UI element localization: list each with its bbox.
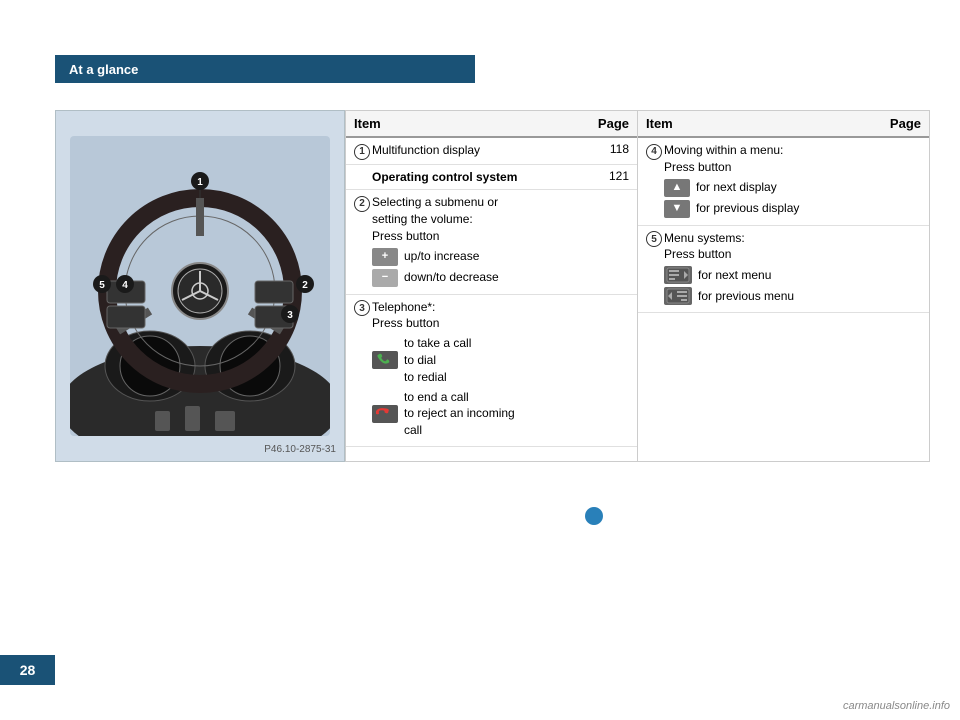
sub-item: + up/to increase	[372, 248, 589, 266]
row-text: Moving within a menu:	[664, 142, 881, 159]
table-row: 3 Telephone*: Press button to take a cal…	[346, 295, 637, 447]
menu-next-icon	[664, 266, 692, 284]
row-number: 4	[646, 143, 664, 160]
menu-prev-icon	[664, 287, 692, 305]
svg-text:1: 1	[197, 177, 203, 188]
sub-item: ▼ for previous display	[664, 200, 881, 218]
plus-icon: +	[372, 248, 398, 266]
watermark: carmanualsonline.info	[843, 700, 950, 712]
blue-dot	[585, 507, 603, 525]
sub-item-label: to end a call	[404, 389, 515, 406]
sub-item-label: to dial	[404, 352, 471, 369]
row-content: Operating control system	[372, 169, 589, 186]
sub-item: − down/to decrease	[372, 269, 589, 287]
row-content: Moving within a menu: Press button ▲ for…	[664, 142, 881, 221]
steering-wheel-image: 1 2 3 4 5 P46.10-2875-31	[55, 110, 345, 462]
row-number: 3	[354, 300, 372, 317]
tables-area: Item Page 1 Multifunction display 118	[345, 110, 930, 462]
table-left-header: Item Page	[346, 111, 637, 138]
row-number: 5	[646, 231, 664, 248]
table-row: Operating control system 121	[346, 165, 637, 191]
sub-item-label: for next display	[696, 179, 777, 196]
row-page: 118	[589, 142, 629, 156]
svg-text:2: 2	[302, 280, 308, 291]
row-text-bold: Operating control system	[372, 170, 517, 184]
row-content: Multifunction display	[372, 142, 589, 159]
row-text: Press button	[664, 159, 881, 176]
sub-item-label: call	[404, 422, 515, 439]
table-left: Item Page 1 Multifunction display 118	[345, 110, 637, 462]
table-row: 2 Selecting a submenu or setting the vol…	[346, 190, 637, 294]
row-number: 2	[354, 195, 372, 212]
header-bar: At a glance	[55, 55, 475, 83]
sub-item: for previous menu	[664, 287, 881, 305]
arrow-up-icon: ▲	[664, 179, 690, 197]
page-number-box: 28	[0, 655, 55, 685]
steering-wheel-container: 1 2 3 4 5	[56, 111, 344, 461]
minus-icon: −	[372, 269, 398, 287]
table-right-body: 4 Moving within a menu: Press button ▲ f…	[638, 138, 929, 313]
sub-item-label: for previous menu	[698, 288, 794, 305]
table-row: 5 Menu systems: Press button	[638, 226, 929, 314]
sub-item-label: for previous display	[696, 200, 799, 217]
content-area: 1 2 3 4 5 P46.10-2875-31	[55, 110, 930, 462]
row-text: Press button	[664, 246, 881, 263]
row-text: Press button	[372, 228, 589, 245]
table-left-body: 1 Multifunction display 118 Operating co…	[346, 138, 637, 447]
table-left-col-item: Item	[354, 116, 589, 131]
svg-text:4: 4	[122, 280, 128, 291]
page-number: 28	[20, 662, 36, 678]
table-right-col-page: Page	[881, 116, 921, 131]
sub-item-label: up/to increase	[404, 248, 479, 265]
sub-item: to end a call to reject an incoming call	[372, 389, 589, 439]
row-content: Selecting a submenu or setting the volum…	[372, 194, 589, 289]
table-row: 4 Moving within a menu: Press button ▲ f…	[638, 138, 929, 226]
table-row: 1 Multifunction display 118	[346, 138, 637, 165]
arrow-down-icon: ▼	[664, 200, 690, 218]
svg-text:5: 5	[99, 280, 105, 291]
row-text: Selecting a submenu or	[372, 194, 589, 211]
row-page: 121	[589, 169, 629, 183]
row-number: 1	[354, 143, 372, 160]
table-right-col-item: Item	[646, 116, 881, 131]
row-content: Menu systems: Press button	[664, 230, 881, 309]
sub-item: to take a call to dial to redial	[372, 335, 589, 385]
sub-item-label: to take a call	[404, 335, 471, 352]
sub-item-label: down/to decrease	[404, 269, 499, 286]
row-text: setting the volume:	[372, 211, 589, 228]
sub-item: for next menu	[664, 266, 881, 284]
sub-item-label: to reject an incoming	[404, 405, 515, 422]
header-title: At a glance	[69, 62, 138, 77]
table-left-col-page: Page	[589, 116, 629, 131]
phone-green-icon	[372, 351, 398, 369]
photo-label: P46.10-2875-31	[264, 444, 336, 455]
row-content: Telephone*: Press button to take a call …	[372, 299, 589, 442]
sub-item-label: for next menu	[698, 267, 771, 284]
row-text: Press button	[372, 315, 589, 332]
svg-text:3: 3	[287, 310, 293, 321]
phone-red-icon	[372, 405, 398, 423]
row-text: Multifunction display	[372, 143, 480, 157]
sub-item: ▲ for next display	[664, 179, 881, 197]
sub-item-label: to redial	[404, 369, 471, 386]
table-right: Item Page 4 Moving within a menu: Press …	[637, 110, 930, 462]
steering-wheel-svg: 1 2 3 4 5	[70, 136, 330, 436]
row-text: Telephone*:	[372, 299, 589, 316]
row-text: Menu systems:	[664, 230, 881, 247]
table-right-header: Item Page	[638, 111, 929, 138]
